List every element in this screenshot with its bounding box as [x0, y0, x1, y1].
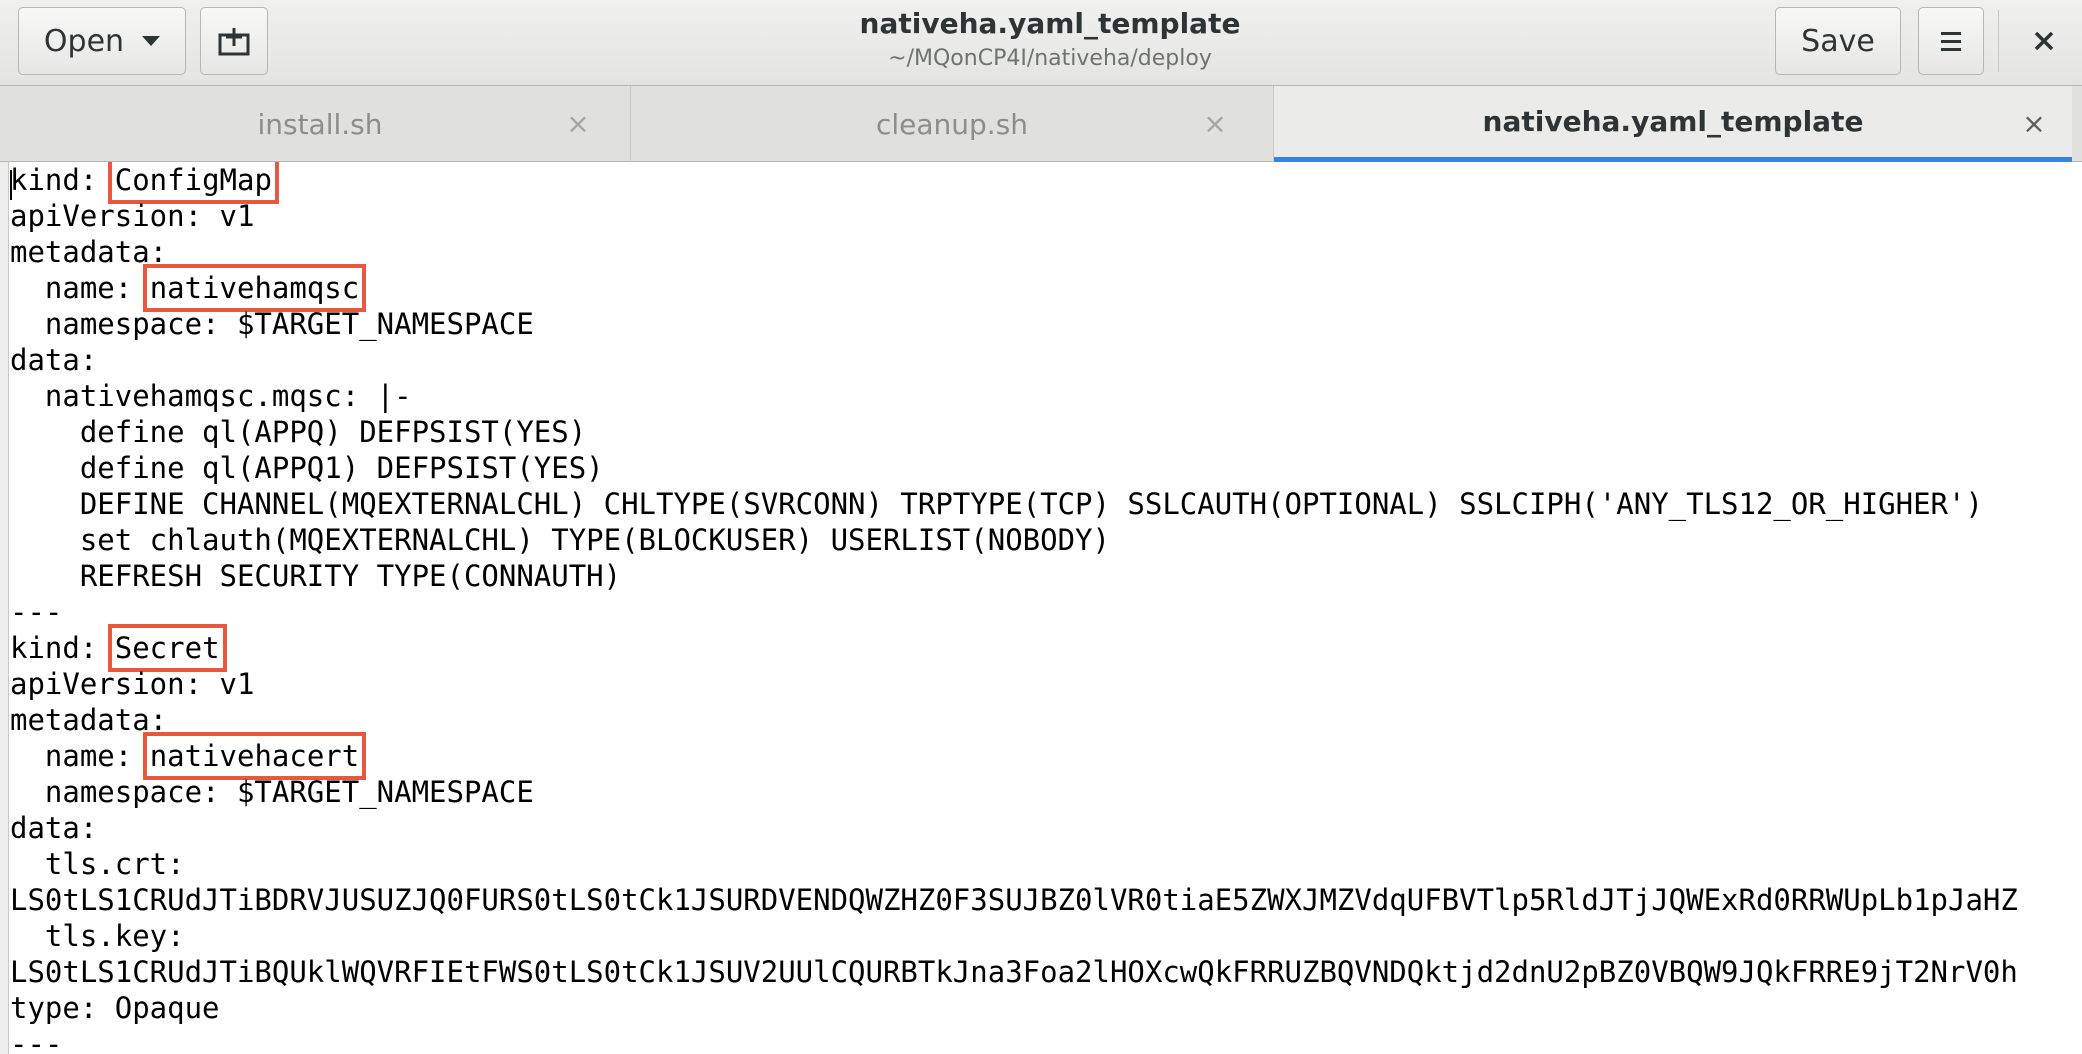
code-text: REFRESH SECURITY TYPE(CONNAUTH)	[10, 559, 622, 593]
new-document-icon	[218, 28, 250, 56]
highlighted-value: Secret	[107, 624, 227, 672]
open-button-label: Open	[43, 23, 125, 59]
code-line: type: Opaque	[10, 990, 220, 1026]
code-line: DEFINE CHANNEL(MQEXTERNALCHL) CHLTYPE(SV…	[10, 486, 1983, 522]
highlighted-value: nativehacert	[142, 732, 367, 780]
code-line: tls.key:	[10, 918, 185, 954]
code-text: kind:	[10, 631, 115, 665]
code-line: name: nativehacert	[10, 732, 367, 780]
menu-button[interactable]	[1918, 7, 1984, 75]
tab-label: nativeha.yaml_template	[1482, 105, 1864, 138]
code-text: apiVersion: v1	[10, 667, 255, 701]
code-line: metadata:	[10, 702, 167, 738]
code-line: define ql(APPQ) DEFPSIST(YES)	[10, 414, 586, 450]
close-window-button[interactable]	[2016, 12, 2072, 70]
text-cursor	[10, 170, 12, 200]
code-line: namespace: $TARGET_NAMESPACE	[10, 306, 534, 342]
code-text: namespace: $TARGET_NAMESPACE	[10, 775, 534, 809]
code-text: name:	[10, 271, 150, 305]
header-separator	[1998, 10, 1999, 72]
code-line: metadata:	[10, 234, 167, 270]
code-text: metadata:	[10, 235, 168, 269]
code-line: ---	[10, 1026, 62, 1054]
code-line: data:	[10, 342, 97, 378]
code-text: set chlauth(MQEXTERNALCHL) TYPE(BLOCKUSE…	[10, 523, 1110, 557]
code-line: tls.crt:	[10, 846, 185, 882]
code-line: kind: ConfigMap	[10, 162, 279, 204]
code-line: set chlauth(MQEXTERNALCHL) TYPE(BLOCKUSE…	[10, 522, 1110, 558]
code-line: LS0tLS1CRUdJTiBQUklWQVRFIEtFWS0tLS0tCk1J…	[10, 954, 2018, 990]
highlighted-value: nativehamqsc	[142, 264, 367, 312]
header-bar: Open nativeha.yaml_template ~/MQonCP4I/n…	[0, 0, 2082, 86]
window-subtitle: ~/MQonCP4I/nativeha/deploy	[888, 46, 1212, 71]
code-text: tls.key:	[10, 919, 185, 953]
code-line: name: nativehamqsc	[10, 264, 367, 312]
open-button[interactable]: Open	[18, 7, 186, 75]
code-text: kind:	[10, 163, 115, 197]
code-text: DEFINE CHANNEL(MQEXTERNALCHL) CHLTYPE(SV…	[10, 487, 1983, 521]
code-line: namespace: $TARGET_NAMESPACE	[10, 774, 534, 810]
window-title-area: nativeha.yaml_template ~/MQonCP4I/native…	[600, 4, 1500, 74]
hamburger-icon	[1941, 31, 1961, 35]
code-text: define ql(APPQ) DEFPSIST(YES)	[10, 415, 587, 449]
tab-label: cleanup.sh	[875, 107, 1029, 141]
left-gutter	[0, 162, 9, 1054]
code-line: nativehamqsc.mqsc: |-	[10, 378, 412, 414]
code-text: LS0tLS1CRUdJTiBDRVJUSUZJQ0FURS0tLS0tCk1J…	[10, 883, 2018, 917]
code-text: tls.crt:	[10, 847, 185, 881]
close-icon	[2034, 31, 2054, 51]
window-title: nativeha.yaml_template	[859, 7, 1241, 40]
hamburger-icon-bar	[1941, 47, 1961, 51]
code-text: data:	[10, 811, 98, 845]
tab-bar: install.sh × cleanup.sh × nativeha.yaml_…	[0, 86, 2082, 162]
code-text: ---	[10, 595, 63, 629]
code-text: define ql(APPQ1) DEFPSIST(YES)	[10, 451, 604, 485]
code-line: data:	[10, 810, 97, 846]
code-text: name:	[10, 739, 150, 773]
code-text: metadata:	[10, 703, 168, 737]
text-editor-area[interactable]: kind: ConfigMap apiVersion: v1 metadata: n…	[10, 162, 2082, 1054]
code-line: LS0tLS1CRUdJTiBDRVJUSUZJQ0FURS0tLS0tCk1J…	[10, 882, 2018, 918]
code-text: nativehamqsc.mqsc: |-	[10, 379, 412, 413]
save-button[interactable]: Save	[1775, 7, 1901, 75]
code-text: ---	[10, 1027, 63, 1054]
chevron-down-icon	[142, 36, 161, 46]
code-text: LS0tLS1CRUdJTiBQUklWQVRFIEtFWS0tLS0tCk1J…	[10, 955, 2018, 989]
code-line: apiVersion: v1	[10, 198, 254, 234]
hamburger-icon-bar	[1941, 39, 1961, 43]
new-document-button[interactable]	[200, 7, 268, 75]
code-line: ---	[10, 594, 62, 630]
tab-label: install.sh	[257, 107, 383, 141]
code-text: namespace: $TARGET_NAMESPACE	[10, 307, 534, 341]
tab-nativeha-yaml-template[interactable]: nativeha.yaml_template ×	[1274, 86, 2072, 162]
tab-close-icon[interactable]: ×	[564, 110, 592, 138]
tab-install-sh[interactable]: install.sh ×	[10, 86, 630, 162]
code-text: data:	[10, 343, 98, 377]
code-text: apiVersion: v1	[10, 199, 255, 233]
code-text: type: Opaque	[10, 991, 220, 1025]
highlighted-value: ConfigMap	[107, 162, 279, 204]
code-line: kind: Secret	[10, 624, 227, 672]
code-line: REFRESH SECURITY TYPE(CONNAUTH)	[10, 558, 621, 594]
tab-close-icon[interactable]: ×	[1201, 110, 1229, 138]
code-line: apiVersion: v1	[10, 666, 254, 702]
code-line: define ql(APPQ1) DEFPSIST(YES)	[10, 450, 604, 486]
tab-cleanup-sh[interactable]: cleanup.sh ×	[631, 86, 1273, 162]
tab-close-icon[interactable]: ×	[2020, 110, 2048, 138]
